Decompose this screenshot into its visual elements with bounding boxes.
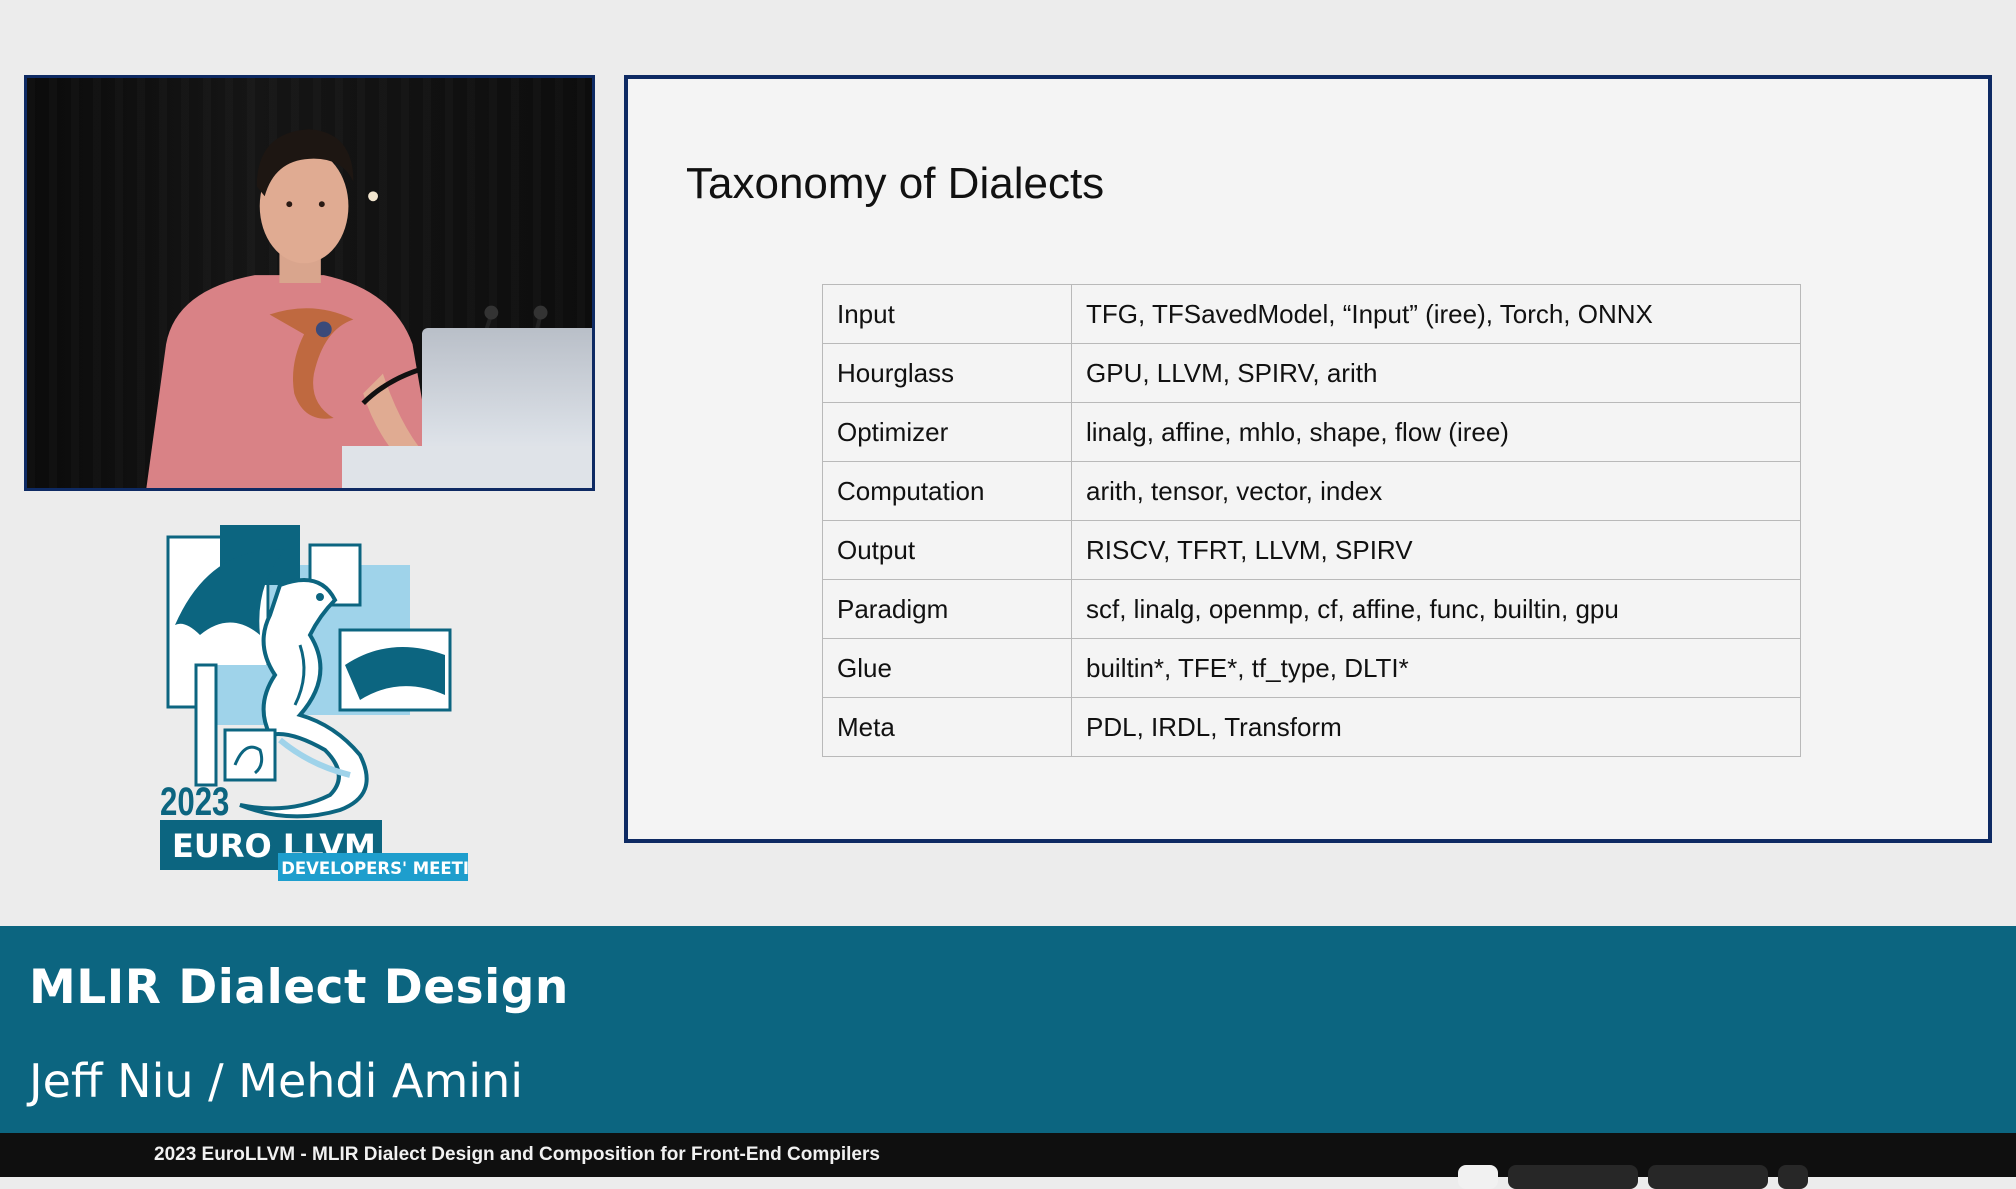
lectern (342, 446, 592, 488)
chip-more[interactable] (1778, 1165, 1808, 1189)
category-cell: Optimizer (822, 402, 1072, 462)
chip-all[interactable] (1458, 1165, 1498, 1189)
video-player[interactable]: 2023 EURO LLVM DEVELOPERS' MEETING Taxon… (0, 0, 2016, 1133)
eurollvm-logo: 2023 EURO LLVM DEVELOPERS' MEETING (160, 525, 496, 883)
dialects-cell: builtin*, TFE*, tf_type, DLTI* (1071, 638, 1801, 698)
talk-speakers: Jeff Niu / Mehdi Amini (29, 1054, 524, 1108)
player-info-bar: 2023 EuroLLVM - MLIR Dialect Design and … (0, 1133, 2016, 1189)
chip-related[interactable] (1508, 1165, 1638, 1189)
table-row: Meta PDL, IRDL, Transform (822, 697, 1801, 757)
speaker-camera-feed (24, 75, 595, 491)
logo-year: 2023 (160, 779, 229, 824)
table-row: Computation arith, tensor, vector, index (822, 461, 1801, 521)
category-cell: Hourglass (822, 343, 1072, 403)
dialects-cell: GPU, LLVM, SPIRV, arith (1071, 343, 1801, 403)
presentation-slide: Taxonomy of Dialects Input TFG, TFSavedM… (624, 75, 1992, 843)
table-row: Optimizer linalg, affine, mhlo, shape, f… (822, 402, 1801, 462)
logo-subtitle: DEVELOPERS' MEETING (281, 858, 470, 878)
slide-title: Taxonomy of Dialects (686, 159, 1105, 208)
lower-third-banner: MLIR Dialect Design Jeff Niu / Mehdi Ami… (0, 926, 2016, 1133)
dialects-cell: RISCV, TFRT, LLVM, SPIRV (1071, 520, 1801, 580)
dialects-cell: scf, linalg, openmp, cf, affine, func, b… (1071, 579, 1801, 639)
dialect-taxonomy-table: Input TFG, TFSavedModel, “Input” (iree),… (822, 284, 1801, 757)
table-row: Input TFG, TFSavedModel, “Input” (iree),… (822, 284, 1801, 344)
dialects-cell: arith, tensor, vector, index (1071, 461, 1801, 521)
category-cell: Input (822, 284, 1072, 344)
table-row: Hourglass GPU, LLVM, SPIRV, arith (822, 343, 1801, 403)
category-cell: Paradigm (822, 579, 1072, 639)
eurollvm-dragon-logo-icon: 2023 EURO LLVM DEVELOPERS' MEETING (160, 525, 496, 881)
category-cell: Glue (822, 638, 1072, 698)
table-row: Output RISCV, TFRT, LLVM, SPIRV (822, 520, 1801, 580)
video-title[interactable]: 2023 EuroLLVM - MLIR Dialect Design and … (154, 1144, 880, 1166)
category-cell: Meta (822, 697, 1072, 757)
chip-channel[interactable] (1648, 1165, 1768, 1189)
talk-title: MLIR Dialect Design (29, 960, 569, 1015)
category-cell: Output (822, 520, 1072, 580)
category-cell: Computation (822, 461, 1072, 521)
dialects-cell: linalg, affine, mhlo, shape, flow (iree) (1071, 402, 1801, 462)
table-row: Paradigm scf, linalg, openmp, cf, affine… (822, 579, 1801, 639)
dialects-cell: TFG, TFSavedModel, “Input” (iree), Torch… (1071, 284, 1801, 344)
table-row: Glue builtin*, TFE*, tf_type, DLTI* (822, 638, 1801, 698)
dialects-cell: PDL, IRDL, Transform (1071, 697, 1801, 757)
